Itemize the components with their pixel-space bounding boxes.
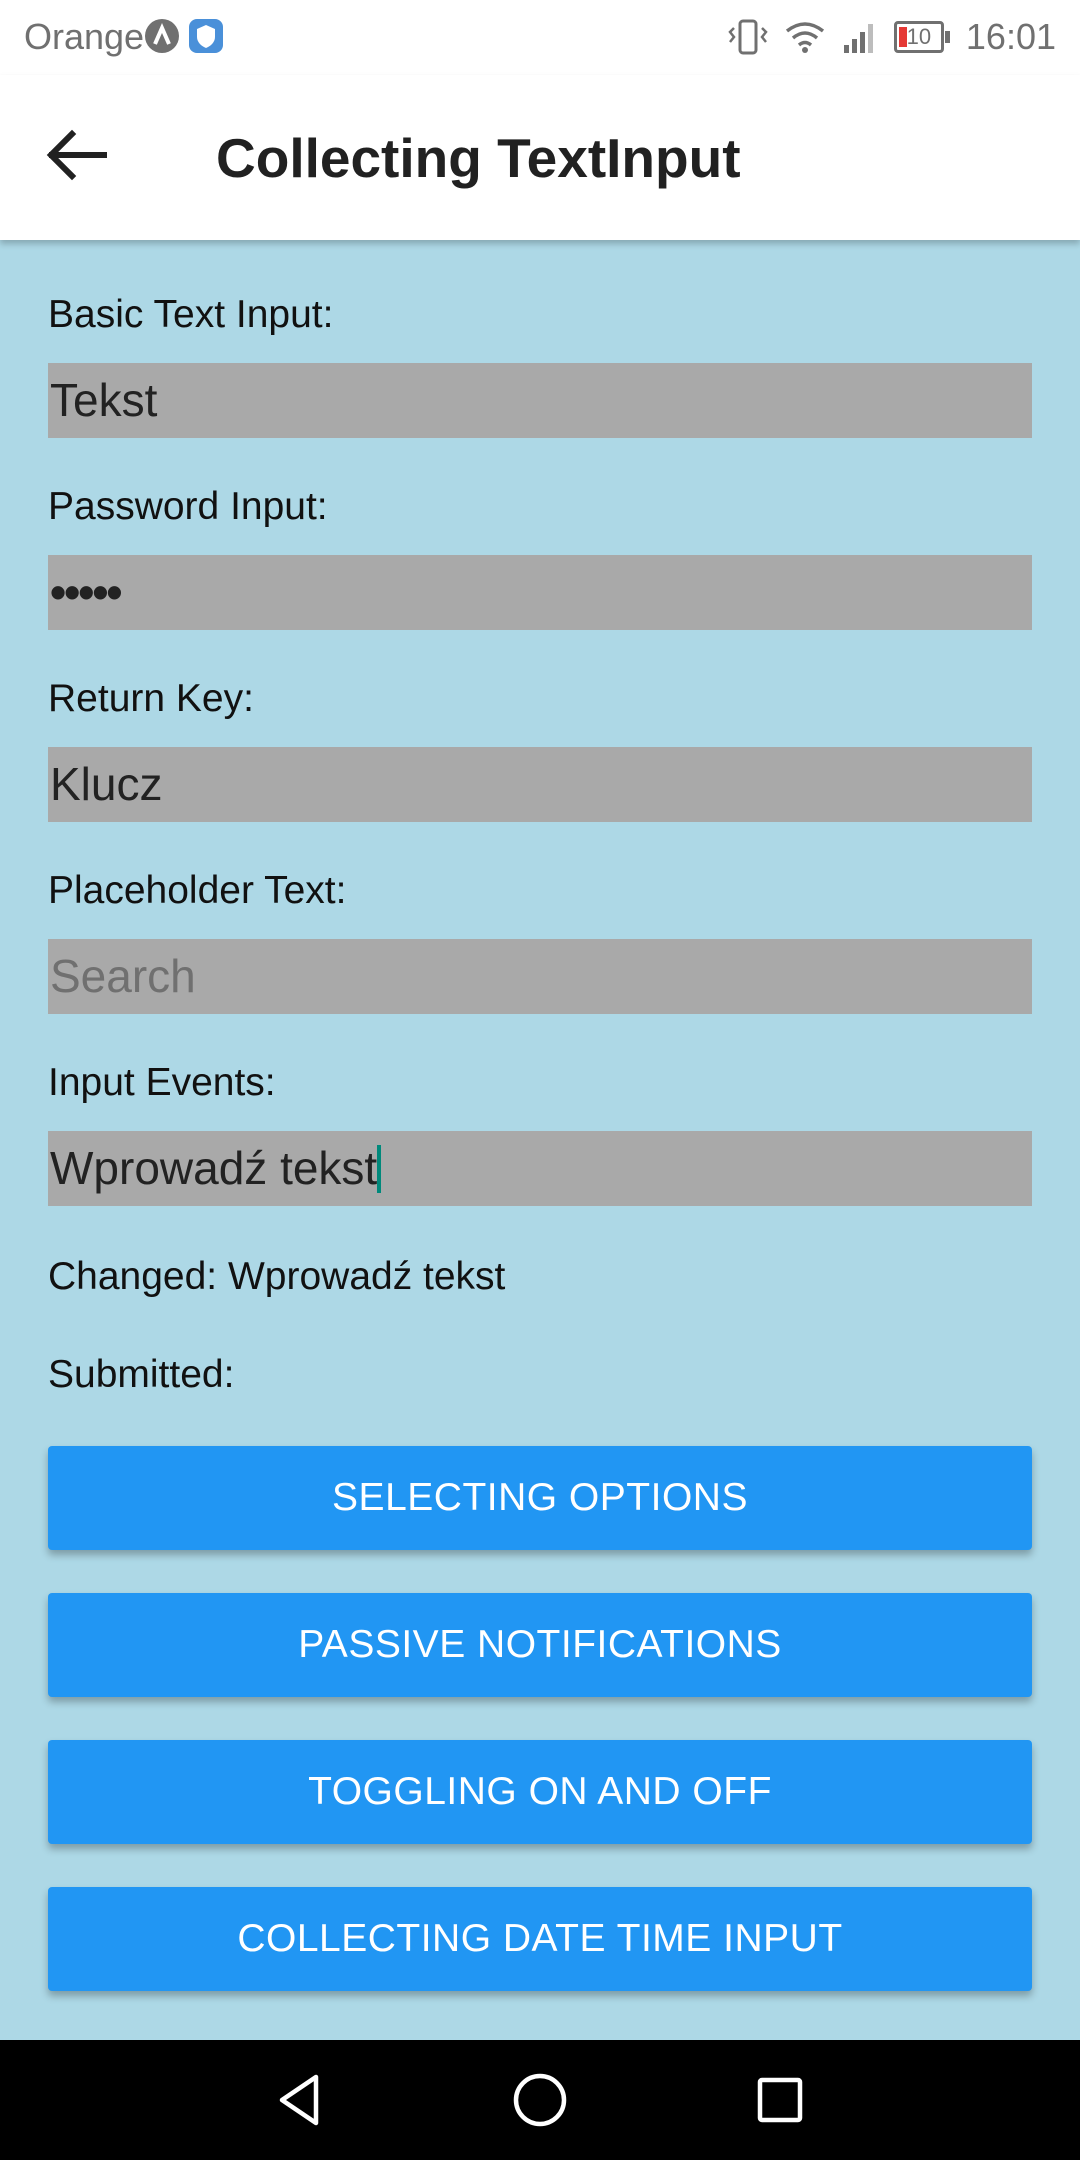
input-events-value: Wprowadź tekst <box>50 1142 378 1194</box>
app-a-icon <box>144 18 180 54</box>
basic-text-input[interactable]: Tekst <box>48 363 1032 438</box>
input-events-field[interactable]: Wprowadź tekst <box>48 1131 1032 1206</box>
battery-icon: 10 <box>893 21 950 53</box>
text-caret <box>377 1144 382 1193</box>
submitted-text: Submitted: <box>48 1353 235 1396</box>
status-time: 16:01 <box>965 16 1056 57</box>
wifi-icon <box>785 22 824 53</box>
toggling-on-off-button[interactable]: TOGGLING ON AND OFF <box>48 1740 1032 1844</box>
passive-notifications-button[interactable]: PASSIVE NOTIFICATIONS <box>48 1593 1032 1697</box>
carrier-name: Orange <box>24 16 145 57</box>
back-arrow-icon[interactable] <box>42 125 114 185</box>
vibrate-icon <box>728 19 768 55</box>
app-bar: Collecting TextInput <box>0 75 1080 240</box>
search-input[interactable]: Search <box>48 939 1032 1014</box>
return-key-input[interactable]: Klucz <box>48 747 1032 822</box>
selecting-options-button[interactable]: SELECTING OPTIONS <box>48 1446 1032 1550</box>
status-bar: Orange 10 16:01 <box>0 0 1080 75</box>
collecting-date-time-button[interactable]: COLLECTING DATE TIME INPUT <box>48 1887 1032 1991</box>
return-key-label: Return Key: <box>48 677 254 720</box>
shield-icon <box>188 18 224 54</box>
input-events-label: Input Events: <box>48 1061 276 1104</box>
basic-text-label: Basic Text Input: <box>48 293 334 336</box>
signal-icon <box>843 24 873 53</box>
page-title: Collecting TextInput <box>216 127 741 189</box>
placeholder-label: Placeholder Text: <box>48 869 347 912</box>
home-circle-icon[interactable] <box>510 2070 570 2130</box>
status-icons: 10 16:01 <box>726 16 1056 58</box>
back-triangle-icon[interactable] <box>270 2070 330 2130</box>
password-input[interactable]: ••••• <box>48 555 1032 630</box>
password-label: Password Input: <box>48 485 328 528</box>
changed-text: Changed: Wprowadź tekst <box>48 1255 506 1298</box>
recents-square-icon[interactable] <box>750 2070 810 2130</box>
navigation-bar <box>0 2040 1080 2160</box>
